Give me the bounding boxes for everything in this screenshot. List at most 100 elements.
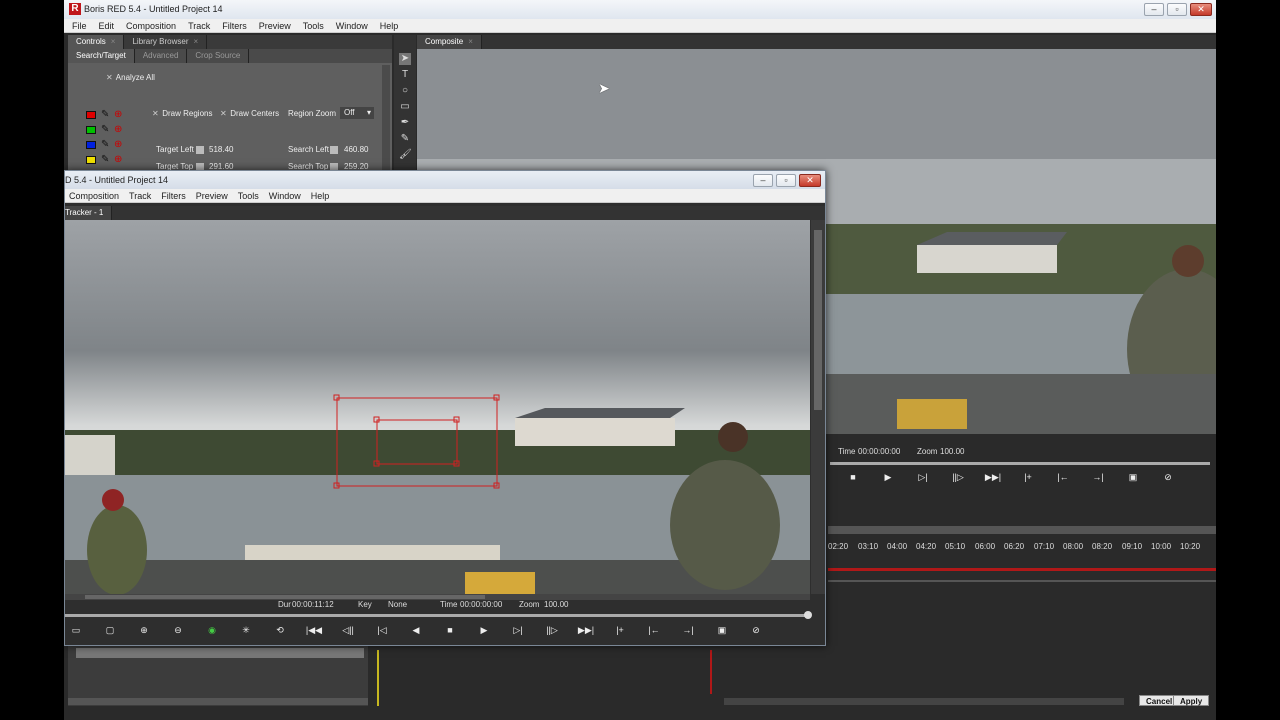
pen-tool-icon[interactable]: ✒: [399, 117, 411, 129]
swatch-red[interactable]: [86, 111, 96, 119]
region-zoom-select[interactable]: Off ▾: [340, 107, 374, 119]
target-crosshair-icon[interactable]: ⊕: [114, 154, 122, 165]
tracker-viewer[interactable]: [65, 220, 810, 594]
brush-tool-icon[interactable]: 🖌: [399, 149, 412, 161]
subtab-search-target[interactable]: Search/Target: [68, 49, 135, 63]
ellipse-tool-icon[interactable]: ○: [399, 85, 411, 97]
step-back-icon[interactable]: |◁: [371, 622, 393, 638]
next-keyframe-icon[interactable]: →|: [677, 622, 699, 638]
restore-button[interactable]: ▫: [1167, 3, 1187, 16]
tracker-horizontal-scrollbar[interactable]: [65, 594, 810, 600]
scrub-end-knob[interactable]: [804, 611, 812, 619]
controls-scrollbar[interactable]: [382, 65, 390, 175]
tracker-zoom-value[interactable]: 100.00: [544, 600, 568, 609]
zoom-out-icon[interactable]: ⊖: [167, 622, 189, 638]
playhead-marker[interactable]: [377, 650, 379, 706]
layers-scrollbar[interactable]: [68, 698, 368, 705]
close-button[interactable]: ✕: [1190, 3, 1212, 16]
menu-file[interactable]: File: [72, 19, 87, 32]
scroll-thumb[interactable]: [814, 230, 822, 410]
skip-to-end-icon[interactable]: ▶▶|: [575, 622, 597, 638]
loop-icon[interactable]: ⟲: [269, 622, 291, 638]
select-arrow-icon[interactable]: ➤: [399, 53, 411, 65]
eyedropper-icon[interactable]: ✎: [101, 109, 109, 120]
menu-help[interactable]: Help: [311, 189, 330, 202]
menu-edit[interactable]: Edit: [99, 19, 115, 32]
subtab-crop-source[interactable]: Crop Source: [187, 49, 250, 63]
minimize-button[interactable]: –: [1144, 3, 1164, 16]
next-keyframe-icon[interactable]: →|: [1087, 469, 1109, 485]
search-left-value[interactable]: 460.80: [344, 145, 368, 154]
layer-row[interactable]: [76, 648, 364, 658]
play-icon[interactable]: ▶: [877, 469, 899, 485]
menu-tools[interactable]: Tools: [303, 19, 324, 32]
minimize-button[interactable]: –: [753, 174, 773, 187]
subtab-advanced[interactable]: Advanced: [135, 49, 188, 63]
apply-button[interactable]: Apply: [1173, 695, 1210, 706]
timeline-scrollbar[interactable]: [724, 698, 1124, 705]
target-crosshair-icon[interactable]: ⊕: [114, 124, 122, 135]
key-value[interactable]: None: [388, 600, 407, 609]
render-icon[interactable]: ▣: [1122, 469, 1144, 485]
add-keyframe-icon[interactable]: |+: [1017, 469, 1039, 485]
color-channels-icon[interactable]: ◉: [201, 622, 223, 638]
monitor-icon[interactable]: ▢: [99, 622, 121, 638]
draw-centers-checkbox[interactable]: ✕ Draw Centers: [220, 109, 279, 118]
restore-button[interactable]: ▫: [776, 174, 796, 187]
menu-track[interactable]: Track: [129, 189, 151, 202]
menu-preview[interactable]: Preview: [196, 189, 228, 202]
menu-filters[interactable]: Filters: [222, 19, 247, 32]
target-crosshair-icon[interactable]: ⊕: [114, 139, 122, 150]
eyedropper-icon[interactable]: ✎: [101, 154, 109, 165]
analyze-all-checkbox[interactable]: ✕ Analyze All: [106, 73, 155, 82]
tab-controls[interactable]: Controls ×: [68, 35, 125, 49]
duration-value[interactable]: 00:00:11:12: [292, 600, 334, 609]
tab-tracker-1[interactable]: Tracker - 1: [65, 206, 113, 220]
tracker-titlebar[interactable]: D 5.4 - Untitled Project 14 – ▫ ✕: [65, 171, 825, 189]
tab-library-browser[interactable]: Library Browser ×: [124, 35, 208, 49]
play-reverse-icon[interactable]: ◀: [405, 622, 427, 638]
pencil-tool-icon[interactable]: ✎: [399, 133, 411, 145]
forward-icon[interactable]: ||▷: [541, 622, 563, 638]
tracker-time-value[interactable]: 00:00:00:00: [460, 600, 502, 609]
tracker-vertical-scrollbar[interactable]: [811, 220, 825, 594]
composite-scrub-bar[interactable]: [830, 462, 1210, 465]
main-titlebar[interactable]: R Boris RED 5.4 - Untitled Project 14 – …: [64, 0, 1216, 19]
timeline-range-bar[interactable]: [828, 568, 1216, 571]
step-forward-icon[interactable]: ▷|: [912, 469, 934, 485]
step-forward-icon[interactable]: ▷|: [507, 622, 529, 638]
menu-tools[interactable]: Tools: [238, 189, 259, 202]
render-icon[interactable]: ▣: [711, 622, 733, 638]
menu-window[interactable]: Window: [336, 19, 368, 32]
target-crosshair-icon[interactable]: ⊕: [114, 109, 122, 120]
disable-icon[interactable]: ⊘: [745, 622, 767, 638]
stop-icon[interactable]: ■: [439, 622, 461, 638]
menu-help[interactable]: Help: [380, 19, 399, 32]
play-icon[interactable]: ▶: [473, 622, 495, 638]
tab-composite[interactable]: Composite ×: [417, 35, 482, 49]
scroll-thumb[interactable]: [85, 595, 485, 599]
composite-zoom-value[interactable]: 100.00: [940, 447, 964, 456]
prev-keyframe-icon[interactable]: |←: [643, 622, 665, 638]
prev-keyframe-icon[interactable]: |←: [1052, 469, 1074, 485]
rewind-icon[interactable]: ◁||: [337, 622, 359, 638]
zoom-in-icon[interactable]: ⊕: [133, 622, 155, 638]
composite-time-value[interactable]: 00:00:00:00: [858, 447, 900, 456]
skip-to-end-icon[interactable]: ▶▶|: [982, 469, 1004, 485]
skip-to-start-icon[interactable]: |◀◀: [303, 622, 325, 638]
menu-track[interactable]: Track: [188, 19, 210, 32]
eyedropper-icon[interactable]: ✎: [101, 139, 109, 150]
target-left-value[interactable]: 518.40: [209, 145, 233, 154]
eyedropper-icon[interactable]: ✎: [101, 124, 109, 135]
menu-composition[interactable]: Composition: [69, 189, 119, 202]
stop-icon[interactable]: ■: [842, 469, 864, 485]
disable-icon[interactable]: ⊘: [1157, 469, 1179, 485]
menu-preview[interactable]: Preview: [259, 19, 291, 32]
window-toggle-icon[interactable]: ▭: [65, 622, 87, 638]
rectangle-tool-icon[interactable]: ▭: [399, 101, 411, 113]
swatch-green[interactable]: [86, 126, 96, 134]
menu-composition[interactable]: Composition: [126, 19, 176, 32]
menu-filters[interactable]: Filters: [161, 189, 186, 202]
draw-regions-checkbox[interactable]: ✕ Draw Regions: [152, 109, 212, 118]
forward-icon[interactable]: ||▷: [947, 469, 969, 485]
